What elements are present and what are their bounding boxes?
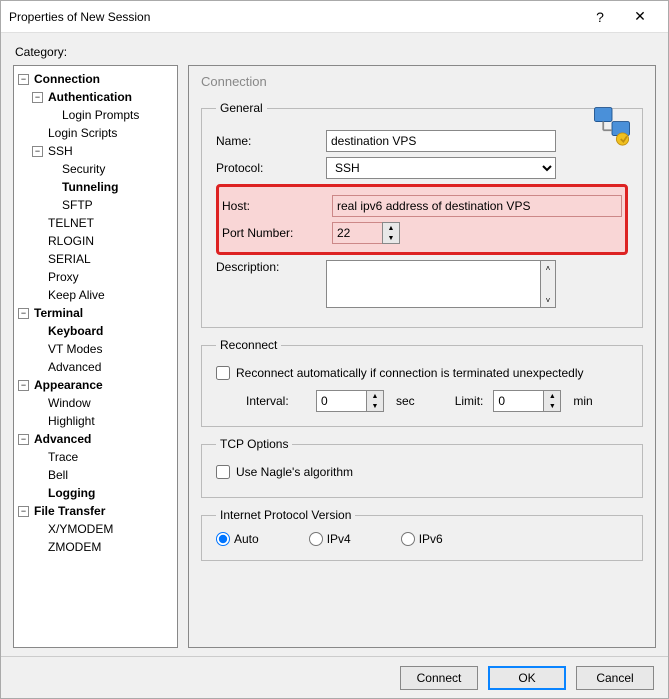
tree-window[interactable]: Window <box>48 394 91 412</box>
ipv-auto-label: Auto <box>234 532 259 546</box>
collapse-icon[interactable]: − <box>32 146 43 157</box>
interval-input[interactable] <box>316 390 366 412</box>
reconnect-checkbox[interactable] <box>216 366 230 380</box>
tree-security[interactable]: Security <box>62 160 105 178</box>
min-label: min <box>573 394 592 408</box>
tree-login-scripts[interactable]: Login Scripts <box>48 124 117 142</box>
cancel-button[interactable]: Cancel <box>576 666 654 690</box>
spin-up-icon[interactable]: ▲ <box>367 391 383 401</box>
window-title: Properties of New Session <box>9 10 580 24</box>
settings-panel: Connection General Name: Protocol: SSH <box>188 65 656 648</box>
panel-title: Connection <box>201 74 643 89</box>
sec-label: sec <box>396 394 415 408</box>
description-textarea[interactable] <box>326 260 541 308</box>
general-fieldset: General Name: Protocol: SSH Host: <box>201 101 643 328</box>
highlighted-host-port: Host: Port Number: ▲▼ <box>216 184 628 255</box>
category-label: Category: <box>15 45 656 59</box>
spin-up-icon[interactable]: ▲ <box>544 391 560 401</box>
name-input[interactable] <box>326 130 556 152</box>
tree-xymodem[interactable]: X/YMODEM <box>48 520 113 538</box>
tree-advanced-terminal[interactable]: Advanced <box>48 358 101 376</box>
tree-logging[interactable]: Logging <box>48 484 95 502</box>
interval-label: Interval: <box>246 394 306 408</box>
ipv-legend: Internet Protocol Version <box>216 508 355 522</box>
collapse-icon[interactable]: − <box>32 92 43 103</box>
ok-button[interactable]: OK <box>488 666 566 690</box>
tree-keyboard[interactable]: Keyboard <box>48 322 103 340</box>
ipv6-label: IPv6 <box>419 532 443 546</box>
nagle-checkbox[interactable] <box>216 465 230 479</box>
tree-bell[interactable]: Bell <box>48 466 68 484</box>
dialog-window: Properties of New Session ? ✕ Category: … <box>0 0 669 699</box>
collapse-icon[interactable]: − <box>18 506 29 517</box>
tree-terminal[interactable]: Terminal <box>34 304 83 322</box>
tree-appearance[interactable]: Appearance <box>34 376 103 394</box>
limit-spinner[interactable]: ▲▼ <box>493 390 563 412</box>
main-area: −Connection −Authentication Login Prompt… <box>13 65 656 648</box>
collapse-icon[interactable]: − <box>18 308 29 319</box>
tree-telnet[interactable]: TELNET <box>48 214 94 232</box>
port-input[interactable] <box>332 222 382 244</box>
connect-button[interactable]: Connect <box>400 666 478 690</box>
description-label: Description: <box>216 260 326 274</box>
help-icon[interactable]: ? <box>580 3 620 31</box>
tree-connection[interactable]: Connection <box>34 70 100 88</box>
tree-ssh[interactable]: SSH <box>48 142 73 160</box>
host-input[interactable] <box>332 195 622 217</box>
tree-keep-alive[interactable]: Keep Alive <box>48 286 105 304</box>
spin-up-icon[interactable]: ▲ <box>383 223 399 233</box>
ipv-fieldset: Internet Protocol Version Auto IPv4 IPv6 <box>201 508 643 561</box>
close-icon[interactable]: ✕ <box>620 3 660 31</box>
scroll-down-icon[interactable]: ˅ <box>541 293 555 307</box>
ipv-auto-radio[interactable] <box>216 532 230 546</box>
port-label: Port Number: <box>222 226 332 240</box>
tcp-legend: TCP Options <box>216 437 292 451</box>
nagle-label: Use Nagle's algorithm <box>236 465 353 479</box>
general-legend: General <box>216 101 267 115</box>
tree-authentication[interactable]: Authentication <box>48 88 132 106</box>
tree-tunneling[interactable]: Tunneling <box>62 178 118 196</box>
button-bar: Connect OK Cancel <box>1 656 668 698</box>
reconnect-legend: Reconnect <box>216 338 281 352</box>
ipv4-label: IPv4 <box>327 532 351 546</box>
port-spinner[interactable]: ▲▼ <box>332 222 402 244</box>
titlebar: Properties of New Session ? ✕ <box>1 1 668 33</box>
spin-down-icon[interactable]: ▼ <box>367 401 383 411</box>
collapse-icon[interactable]: − <box>18 74 29 85</box>
protocol-label: Protocol: <box>216 161 326 175</box>
connection-illustration-icon <box>591 104 633 149</box>
tree-proxy[interactable]: Proxy <box>48 268 79 286</box>
collapse-icon[interactable]: − <box>18 434 29 445</box>
tree-trace[interactable]: Trace <box>48 448 78 466</box>
ipv4-radio[interactable] <box>309 532 323 546</box>
tree-highlight[interactable]: Highlight <box>48 412 95 430</box>
tree-serial[interactable]: SERIAL <box>48 250 91 268</box>
reconnect-fieldset: Reconnect Reconnect automatically if con… <box>201 338 643 427</box>
tree-file-transfer[interactable]: File Transfer <box>34 502 105 520</box>
tree-advanced[interactable]: Advanced <box>34 430 91 448</box>
spin-down-icon[interactable]: ▼ <box>383 233 399 243</box>
spin-down-icon[interactable]: ▼ <box>544 401 560 411</box>
category-tree[interactable]: −Connection −Authentication Login Prompt… <box>16 70 175 556</box>
reconnect-checkbox-label: Reconnect automatically if connection is… <box>236 366 584 380</box>
tree-rlogin[interactable]: RLOGIN <box>48 232 94 250</box>
tcp-fieldset: TCP Options Use Nagle's algorithm <box>201 437 643 498</box>
limit-label: Limit: <box>455 394 484 408</box>
scroll-up-icon[interactable]: ˄ <box>541 261 555 275</box>
name-label: Name: <box>216 134 326 148</box>
ipv6-radio[interactable] <box>401 532 415 546</box>
content-area: Category: −Connection −Authentication Lo… <box>1 33 668 656</box>
protocol-select[interactable]: SSH <box>326 157 556 179</box>
tree-zmodem[interactable]: ZMODEM <box>48 538 101 556</box>
category-tree-panel: −Connection −Authentication Login Prompt… <box>13 65 178 648</box>
limit-input[interactable] <box>493 390 543 412</box>
collapse-icon[interactable]: − <box>18 380 29 391</box>
host-label: Host: <box>222 199 332 213</box>
tree-login-prompts[interactable]: Login Prompts <box>62 106 139 124</box>
tree-vt-modes[interactable]: VT Modes <box>48 340 102 358</box>
interval-spinner[interactable]: ▲▼ <box>316 390 386 412</box>
tree-sftp[interactable]: SFTP <box>62 196 93 214</box>
